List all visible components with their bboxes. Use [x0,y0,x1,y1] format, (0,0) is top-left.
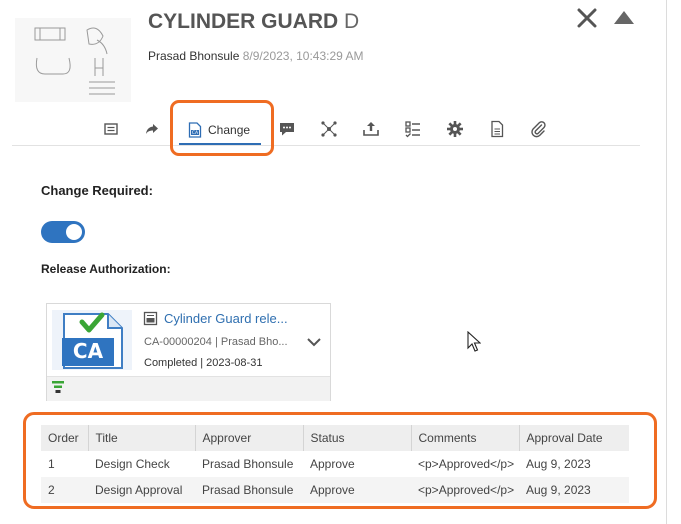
cell-approver: Prasad Bhonsule [195,477,303,503]
card-expand-button[interactable] [305,335,323,349]
tab-change[interactable]: CA Change [180,118,262,142]
tab-change-label: Change [208,123,251,137]
triangle-up-icon [614,11,634,24]
item-thumbnail[interactable] [15,18,131,102]
cell-approval-date: Aug 9, 2023 [519,451,629,477]
item-timestamp: 8/9/2023, 10:43:29 AM [242,49,364,63]
form-button[interactable] [100,118,122,140]
change-icon: CA [188,122,202,138]
collapse-button[interactable] [612,8,636,28]
cell-status: Approve [303,451,411,477]
column-header-title[interactable]: Title [88,425,196,451]
close-button[interactable] [575,8,599,28]
publish-button[interactable] [360,118,382,140]
document-icon [491,120,504,138]
card-type-icon [143,311,158,331]
share-button[interactable] [141,118,163,140]
checklist-icon [405,121,420,138]
author-name: Prasad Bhonsule [148,49,240,63]
column-header-approval-date[interactable]: Approval Date [519,425,629,451]
release-authorization-label: Release Authorization: [41,262,171,276]
cell-comments: <p>Approved</p> [411,477,519,503]
column-header-approver[interactable]: Approver [195,425,304,451]
comments-button[interactable] [276,118,298,140]
checklist-button[interactable] [402,118,424,140]
card-thumbnail: CA [52,310,132,370]
item-byline: Prasad Bhonsule 8/9/2023, 10:43:29 AM [148,49,364,63]
change-required-toggle[interactable] [41,221,85,243]
card-number: CA-00000204 | Prasad Bho... [144,336,288,348]
document-button[interactable] [486,118,508,140]
settings-button[interactable] [444,118,466,140]
paperclip-icon [531,121,546,138]
cell-order: 1 [41,451,88,477]
document-ca-icon [143,311,158,326]
cursor-arrow-icon [467,330,482,352]
cell-approval-date: Aug 9, 2023 [519,477,629,503]
close-icon [577,8,597,28]
card-footer-icon-button[interactable] [51,380,65,399]
mouse-cursor [467,330,482,358]
toggle-knob [66,224,82,240]
chevron-down-icon [307,338,321,347]
card-status: Completed | 2023-08-31 [144,357,263,369]
cell-status: Approve [303,477,411,503]
panel-divider [666,0,667,524]
upload-icon [363,122,379,136]
column-header-comments[interactable]: Comments [411,425,520,451]
cell-approver: Prasad Bhonsule [195,451,303,477]
cell-comments: <p>Approved</p> [411,451,519,477]
approvals-table: Order Title Approver Status Comments App… [41,425,629,503]
table-row[interactable]: 1 Design Check Prasad Bhonsule Approve <… [41,451,629,477]
column-header-status[interactable]: Status [303,425,412,451]
svg-text:CA: CA [192,130,199,136]
attachments-button[interactable] [527,118,549,140]
cell-title: Design Check [88,451,195,477]
card-badge: CA [72,339,104,363]
gear-icon [447,121,463,137]
relationships-button[interactable] [318,118,340,140]
network-icon [321,121,337,137]
card-title-link[interactable]: Cylinder Guard rele... [164,311,288,326]
form-icon [104,123,118,135]
table-header-row: Order Title Approver Status Comments App… [41,425,629,451]
table-row[interactable]: 2 Design Approval Prasad Bhonsule Approv… [41,477,629,503]
workflow-icon [52,381,64,393]
cell-order: 2 [41,477,88,503]
change-required-label: Change Required: [41,183,153,198]
item-revision: D [344,10,360,33]
share-arrow-icon [146,124,158,134]
cell-title: Design Approval [88,477,195,503]
card-footer [47,376,330,401]
comment-icon [280,123,294,136]
item-title: CYLINDER GUARD D [148,10,360,33]
column-header-order[interactable]: Order [41,425,89,451]
toolbar-divider [12,145,640,146]
